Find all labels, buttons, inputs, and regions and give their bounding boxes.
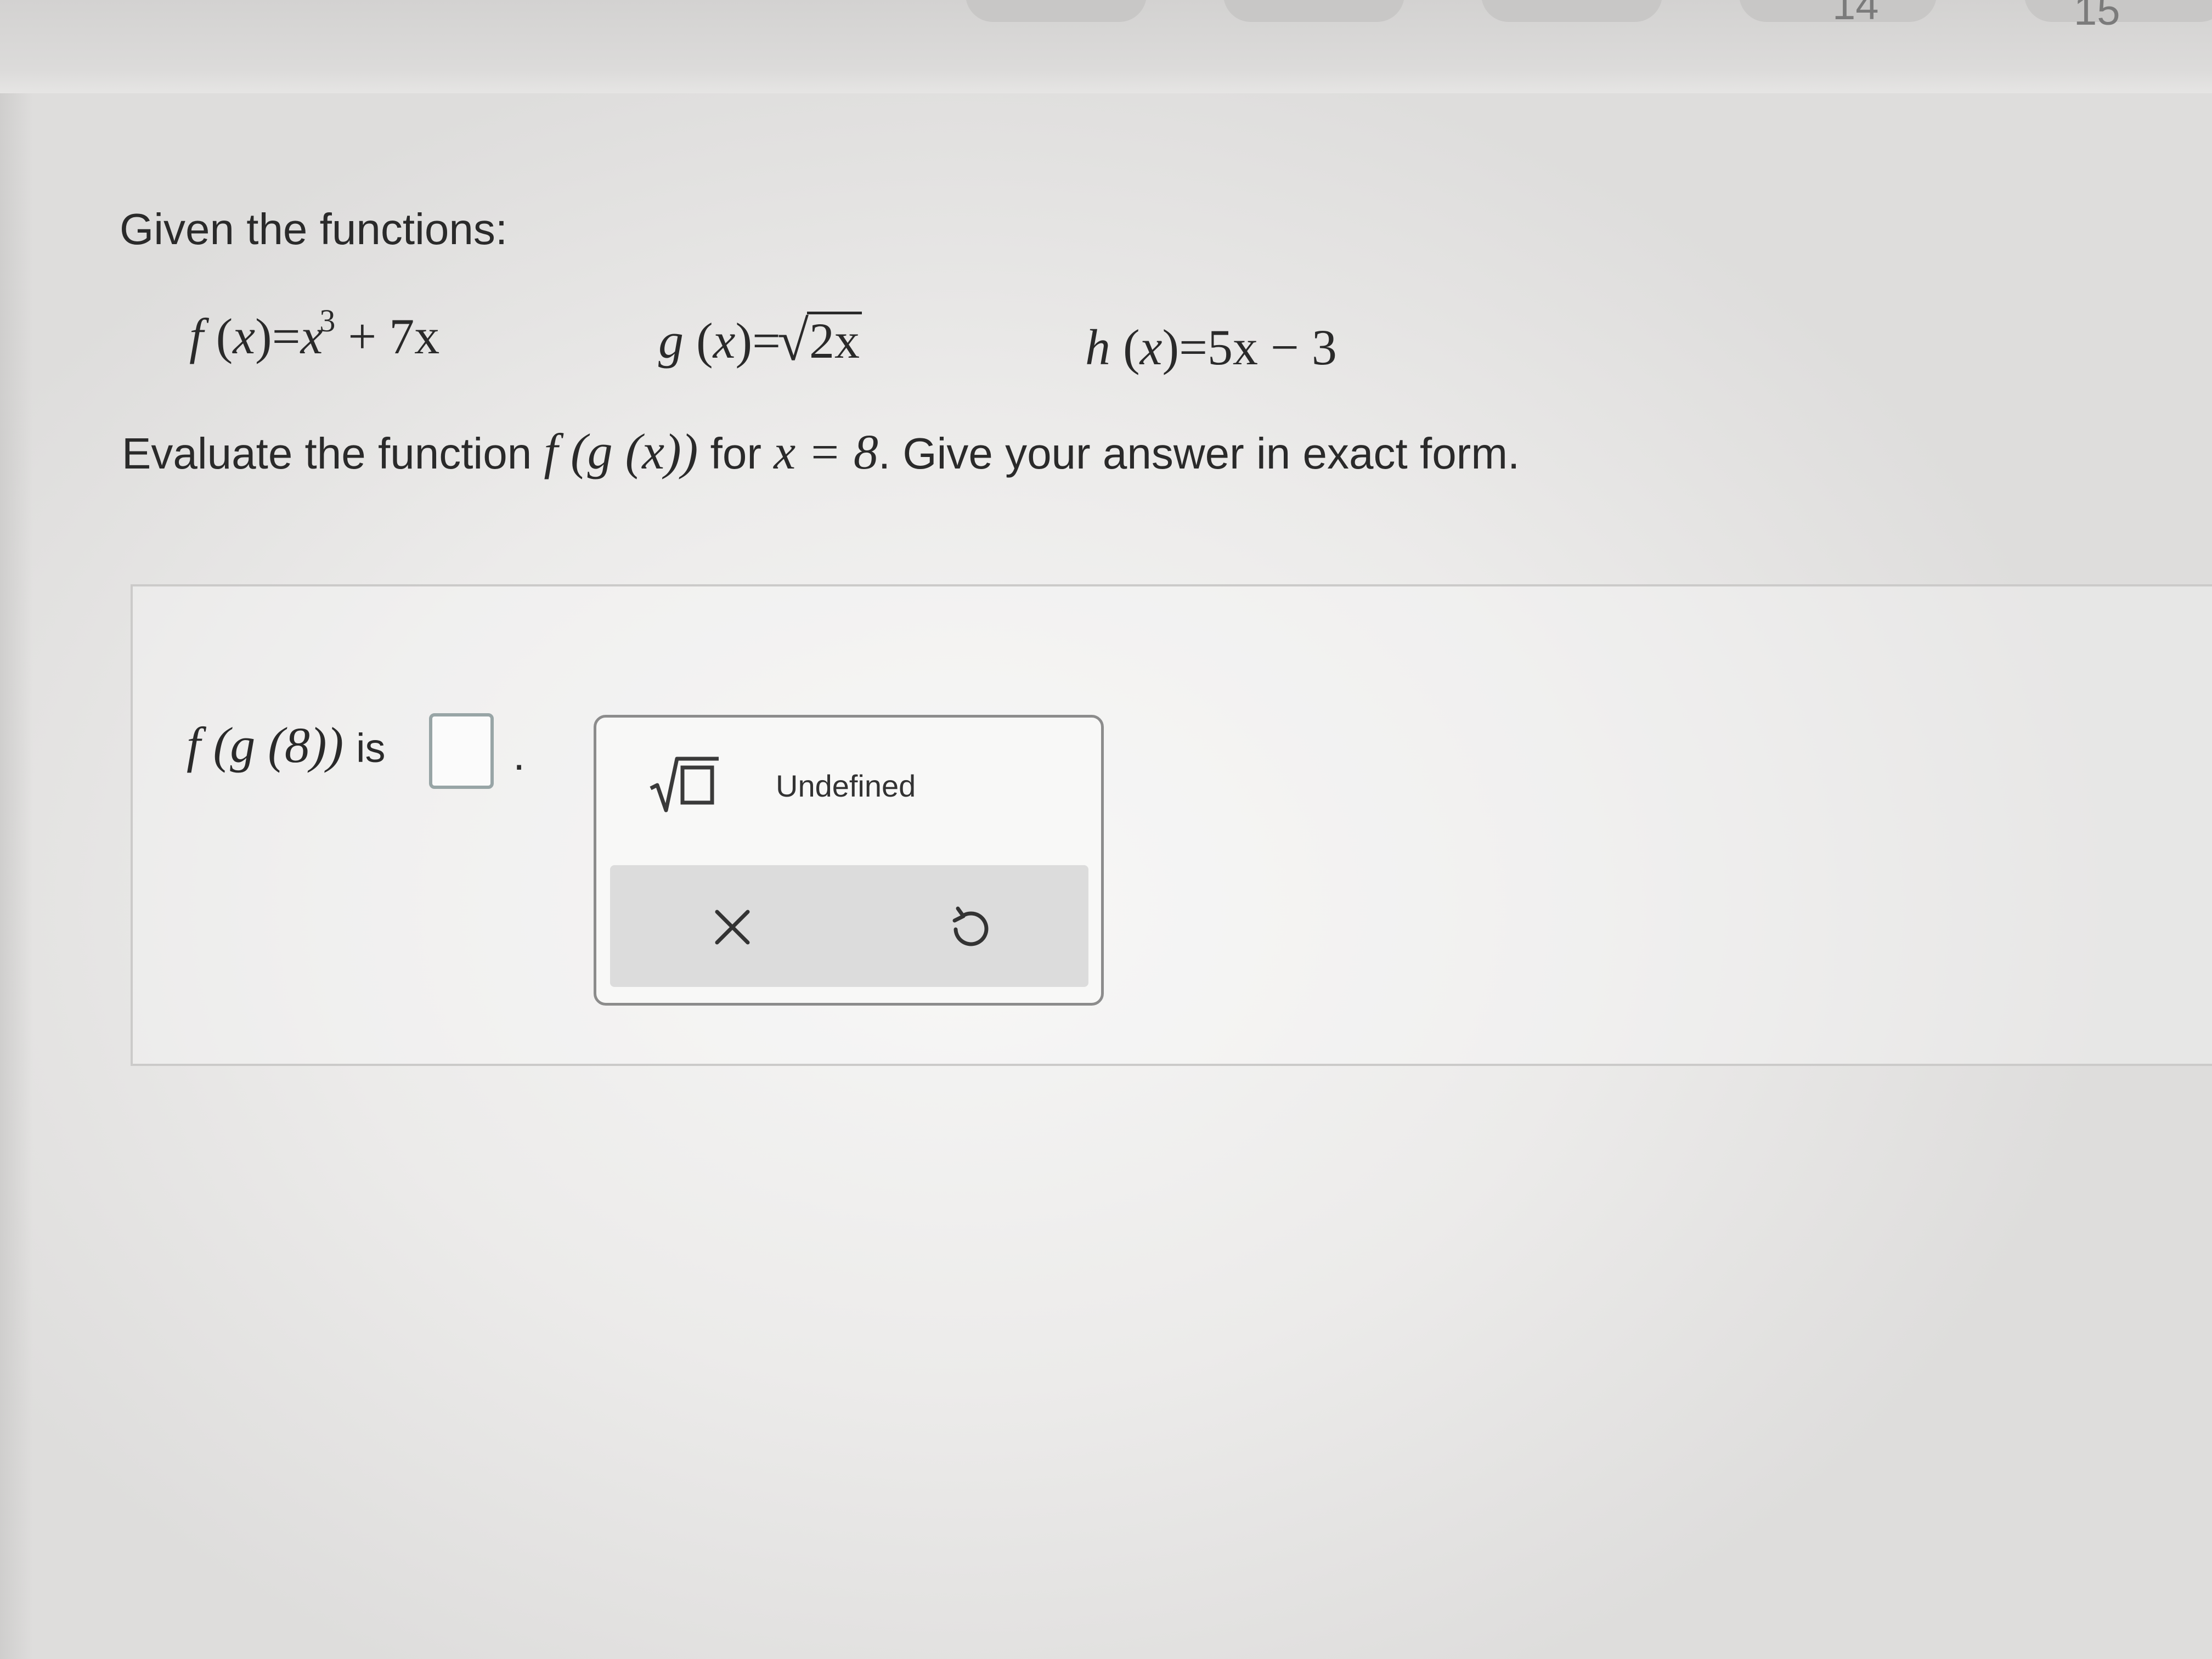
radical-sign-icon: √ [777, 309, 809, 373]
close-icon[interactable] [710, 905, 754, 949]
undo-icon-svg [952, 906, 989, 946]
undo-icon[interactable] [947, 904, 993, 950]
question-number-15: 15 [2074, 0, 2120, 34]
answer-period: . [513, 730, 526, 779]
question-intro: Given the functions: [120, 205, 508, 253]
square-root-template-icon[interactable] [648, 754, 720, 815]
question-nav-bar: 14 15 [0, 0, 2212, 93]
question-number-14: 14 [1832, 0, 1879, 29]
square-root-template-icon-svg [650, 757, 719, 812]
question-tab[interactable] [1223, 0, 1404, 22]
question-prompt: Evaluate the function f (g (x)) for x = … [122, 424, 1520, 479]
function-h-definition: h (x)=5x − 3 [1085, 319, 1337, 375]
question-tab[interactable] [1481, 0, 1662, 22]
undefined-button[interactable]: Undefined [776, 768, 916, 804]
function-f-definition: f (x)=x3 + 7x [189, 303, 440, 364]
answer-input[interactable] [429, 713, 494, 789]
screen-edge-shadow [0, 0, 33, 1659]
close-icon-svg [715, 910, 750, 945]
square-root: √ 2x [777, 309, 862, 373]
keypad-action-bar [610, 865, 1088, 987]
answer-label: f (g (8)) is [187, 717, 386, 773]
function-g-definition: g (x)= √ 2x [658, 309, 862, 373]
answer-panel [131, 584, 2212, 1066]
question-tab[interactable] [966, 0, 1147, 22]
